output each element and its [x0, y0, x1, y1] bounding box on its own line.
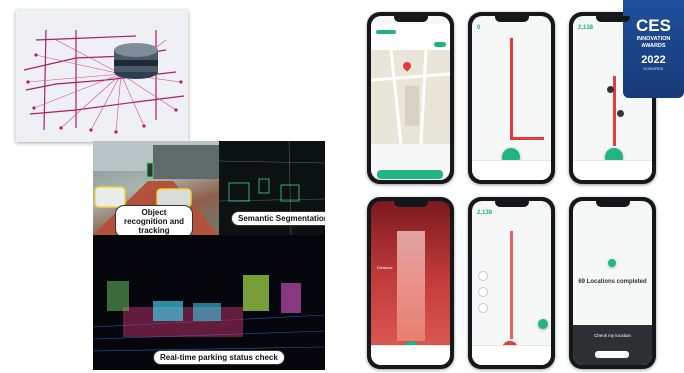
completed-message: 69 Locations completed — [578, 279, 647, 285]
route-line — [510, 231, 513, 339]
bottom-sheet: Check my location — [573, 325, 652, 365]
phone-map-screen — [367, 12, 454, 184]
tool-icon[interactable] — [478, 287, 488, 297]
next-button[interactable] — [434, 42, 446, 47]
success-icon — [608, 259, 616, 267]
badge-brand: CES — [636, 16, 671, 35]
map-view[interactable] — [371, 49, 450, 145]
counter-value: 0 — [477, 25, 481, 31]
confirm-button[interactable] — [377, 170, 443, 179]
bottom-bar — [472, 345, 551, 365]
phone-completed-screen: 69 Locations completed Check my location — [569, 197, 656, 369]
ces-innovation-awards-badge: CES INNOVATION AWARDS 2022 HONOREE — [623, 0, 684, 98]
check-location-button[interactable] — [595, 351, 629, 358]
counter-value: 2,138 — [477, 210, 493, 216]
semantic-segmentation-caption: Semantic Segmentation — [231, 211, 325, 226]
phone-tools-screen: 2,138 — [468, 197, 555, 369]
route-line — [613, 76, 616, 146]
location-button[interactable] — [538, 319, 548, 329]
badge-line2: AWARDS — [641, 43, 666, 49]
ar-corridor — [397, 231, 425, 341]
counter-value: 2,138 — [578, 25, 594, 31]
phone-route-screen: 0 — [468, 12, 555, 184]
parking-status-caption: Real-time parking status check — [153, 350, 285, 365]
marker-pin-icon — [607, 86, 614, 93]
check-location-title: Check my location — [594, 333, 631, 338]
semantic-segmentation-image: Semantic Segmentation — [219, 141, 325, 235]
bottom-bar — [371, 345, 450, 365]
bottom-bar — [573, 160, 652, 180]
marker-pin-icon — [617, 110, 624, 117]
distance-label: Distance — [377, 265, 393, 270]
route-line — [510, 38, 513, 138]
tool-icon[interactable] — [478, 303, 488, 313]
phone-ar-screen: Distance — [367, 197, 454, 369]
tool-icon[interactable] — [478, 271, 488, 281]
bottom-bar — [472, 160, 551, 180]
badge-year: 2022 — [641, 54, 666, 66]
object-recognition-caption: Object recognition and tracking — [115, 205, 193, 235]
badge-line1: INNOVATION — [636, 36, 671, 42]
indoor-map-3d-image — [16, 10, 188, 142]
header-accent — [376, 30, 396, 34]
parking-lidar-image: Real-time parking status check — [93, 235, 325, 370]
badge-tier: HONOREE — [643, 66, 664, 71]
object-recognition-image: Object recognition and tracking — [93, 141, 219, 235]
route-line-turn — [510, 137, 544, 140]
map-header — [371, 24, 450, 50]
